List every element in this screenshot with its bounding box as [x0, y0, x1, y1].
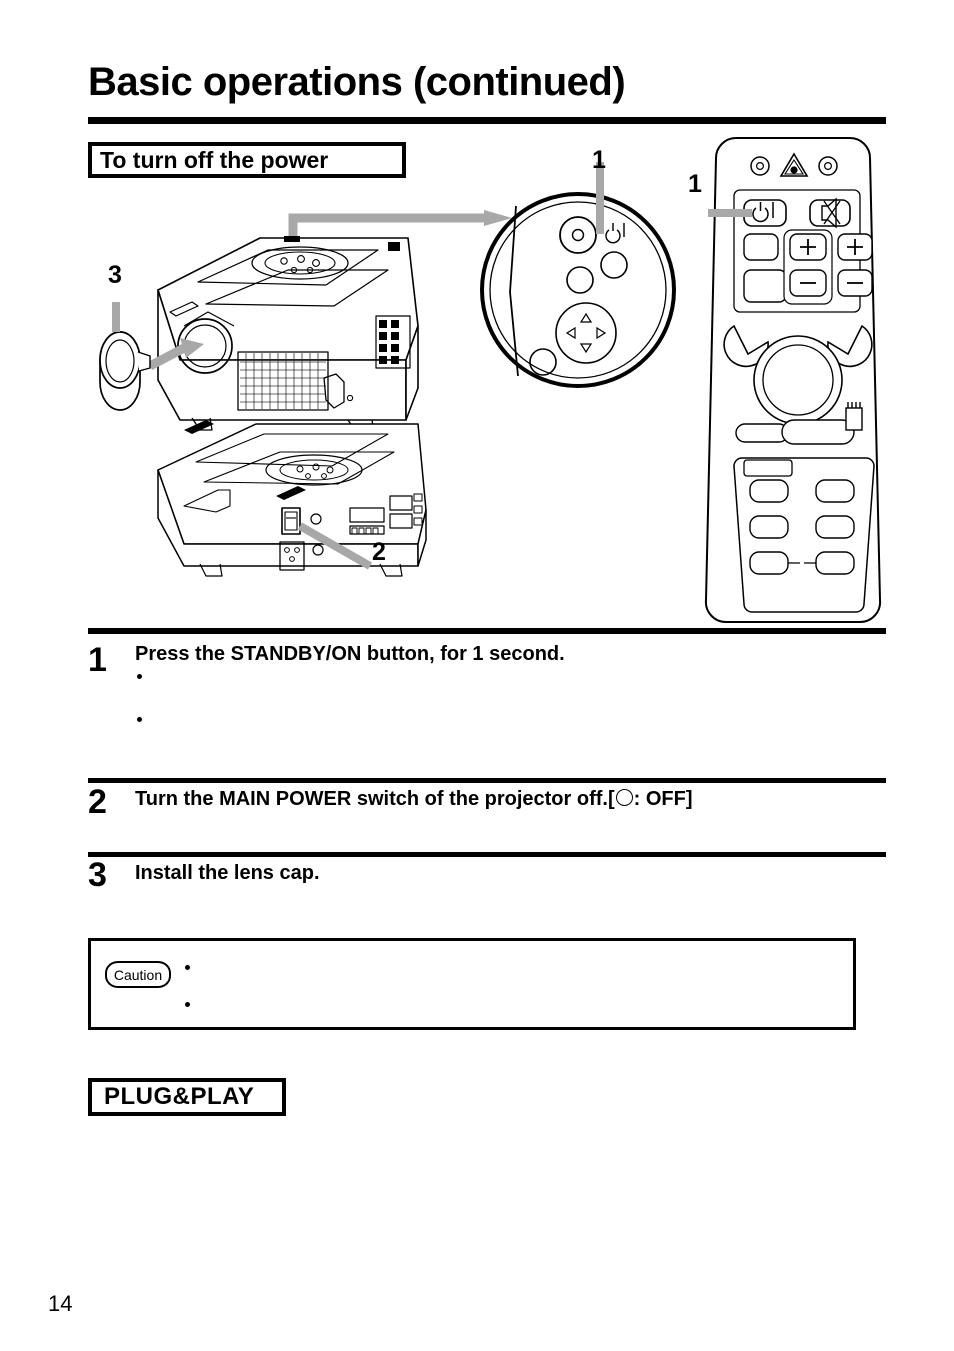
step-1-bullet-2 — [137, 717, 142, 722]
step-2-text-after: : OFF] — [633, 788, 693, 810]
step-1-bullet-1 — [137, 674, 142, 679]
power-off-circle-icon — [615, 789, 633, 806]
step-3-rule — [88, 852, 886, 857]
page-number: 14 — [48, 1291, 73, 1316]
callout-label-2: 2 — [372, 538, 386, 566]
title-rule — [88, 117, 886, 124]
step-3-number: 3 — [88, 856, 107, 894]
projector-front-illustration — [157, 236, 419, 433]
caution-box: Caution — [88, 938, 856, 1030]
step-1-number: 1 — [88, 641, 107, 679]
step-2-text: Turn the MAIN POWER switch of the projec… — [135, 788, 692, 811]
control-panel-magnified-detail — [480, 192, 676, 388]
step-2-number: 2 — [88, 783, 107, 821]
illustration-panel — [88, 130, 886, 635]
caution-label: Caution — [105, 961, 171, 988]
step-2-rule — [88, 778, 886, 783]
page-title: Basic operations (continued) — [88, 60, 626, 104]
plug-and-play-label: PLUG&PLAY — [104, 1083, 255, 1110]
step-2-text-before: Turn the MAIN POWER switch of the projec… — [135, 788, 615, 810]
illustration-svg — [88, 137, 886, 634]
callout-label-3: 3 — [108, 261, 122, 289]
plug-and-play-heading-box: PLUG&PLAY — [88, 1078, 286, 1116]
caution-bullet-1 — [185, 965, 190, 970]
callout-label-1a: 1 — [592, 146, 606, 174]
step-3-text: Install the lens cap. — [135, 862, 320, 884]
illustration-bottom-rule — [88, 628, 886, 634]
caution-bullet-2 — [185, 1002, 190, 1007]
step-1-text: Press the STANDBY/ON button, for 1 secon… — [135, 643, 565, 665]
callout-label-1b: 1 — [688, 170, 702, 198]
lens-cap-illustration — [99, 331, 151, 411]
